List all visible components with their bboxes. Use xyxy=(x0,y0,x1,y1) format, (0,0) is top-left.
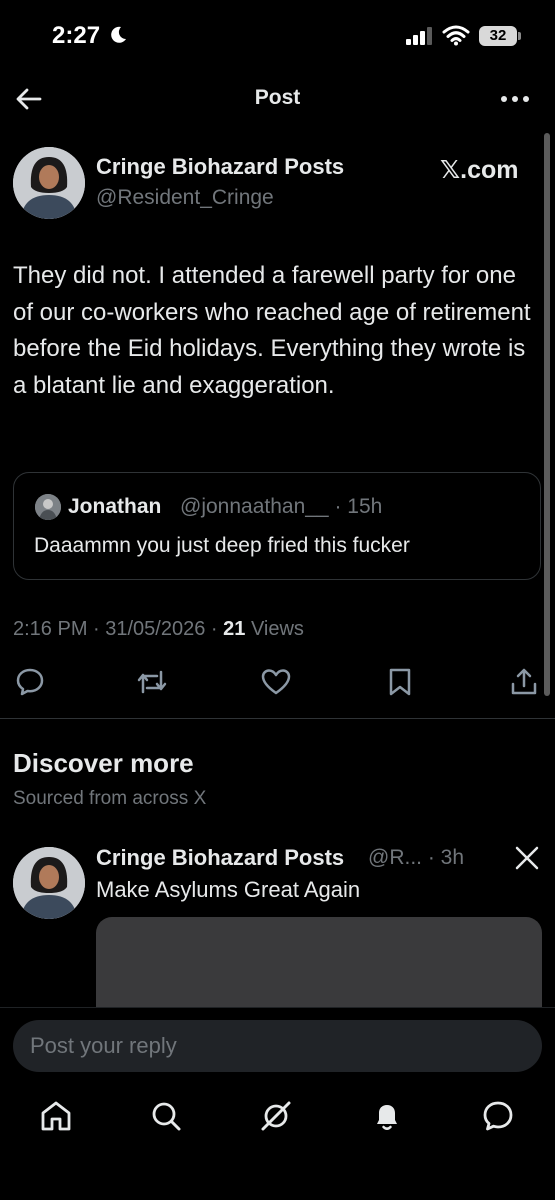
more-horizontal-icon[interactable] xyxy=(497,84,533,114)
messages-icon[interactable] xyxy=(480,1098,516,1134)
page-title: Post xyxy=(254,86,301,109)
recommended-text: Make Asylums Great Again xyxy=(96,877,361,902)
repost-icon[interactable] xyxy=(136,666,168,698)
bookmark-icon[interactable] xyxy=(384,666,416,698)
search-icon[interactable] xyxy=(148,1098,184,1134)
nav-header: Post xyxy=(0,70,555,128)
wifi-icon xyxy=(442,25,470,46)
home-icon[interactable] xyxy=(38,1098,74,1134)
recommended-author-name[interactable]: Cringe Biohazard Posts xyxy=(96,845,344,871)
moon-icon xyxy=(111,26,126,43)
action-bar xyxy=(0,662,555,702)
grok-icon[interactable] xyxy=(258,1098,294,1134)
post-meta: 2:16 PM · 31/05/2026 · 21 Views xyxy=(13,618,304,641)
tab-bar xyxy=(0,1090,555,1146)
reply-icon[interactable] xyxy=(14,666,46,698)
status-bar: 2:27 32 xyxy=(0,0,555,70)
notifications-icon[interactable] xyxy=(369,1098,405,1134)
quoted-post[interactable]: Jonathan @jonnaathan__ · 15h Daaammn you… xyxy=(13,472,541,580)
quote-avatar xyxy=(35,494,61,520)
author-name[interactable]: Cringe Biohazard Posts xyxy=(96,154,344,180)
battery-tip xyxy=(518,32,521,40)
discover-subtitle: Sourced from across X xyxy=(13,788,207,809)
watermark-text: 𝕏.com xyxy=(440,156,519,184)
quote-text: Daaammn you just deep fried this fucker xyxy=(34,534,410,557)
views-count: 21 xyxy=(223,618,246,640)
discover-title: Discover more xyxy=(13,748,194,778)
signal-icon xyxy=(406,27,432,45)
x-logo-icon xyxy=(515,846,539,870)
reply-input[interactable] xyxy=(13,1020,542,1072)
share-icon[interactable] xyxy=(508,666,540,698)
author-handle[interactable]: @Resident_Cringe xyxy=(96,186,274,210)
quote-author-name: Jonathan xyxy=(68,495,162,518)
recommended-avatar[interactable] xyxy=(13,847,85,919)
post-timestamp: 2:16 PM · 31/05/2026 · xyxy=(13,618,224,640)
divider xyxy=(0,718,555,719)
battery-icon: 32 xyxy=(479,26,517,46)
quote-meta: @jonnaathan__ · 15h xyxy=(180,495,383,518)
scrollbar[interactable] xyxy=(544,133,550,696)
post-text: They did not. I attended a farewell part… xyxy=(13,262,531,399)
status-time: 2:27 xyxy=(52,22,101,49)
recommended-meta: @R... · 3h xyxy=(368,846,465,869)
avatar[interactable] xyxy=(13,147,85,219)
views-label: Views xyxy=(245,618,304,640)
like-icon[interactable] xyxy=(260,666,292,698)
